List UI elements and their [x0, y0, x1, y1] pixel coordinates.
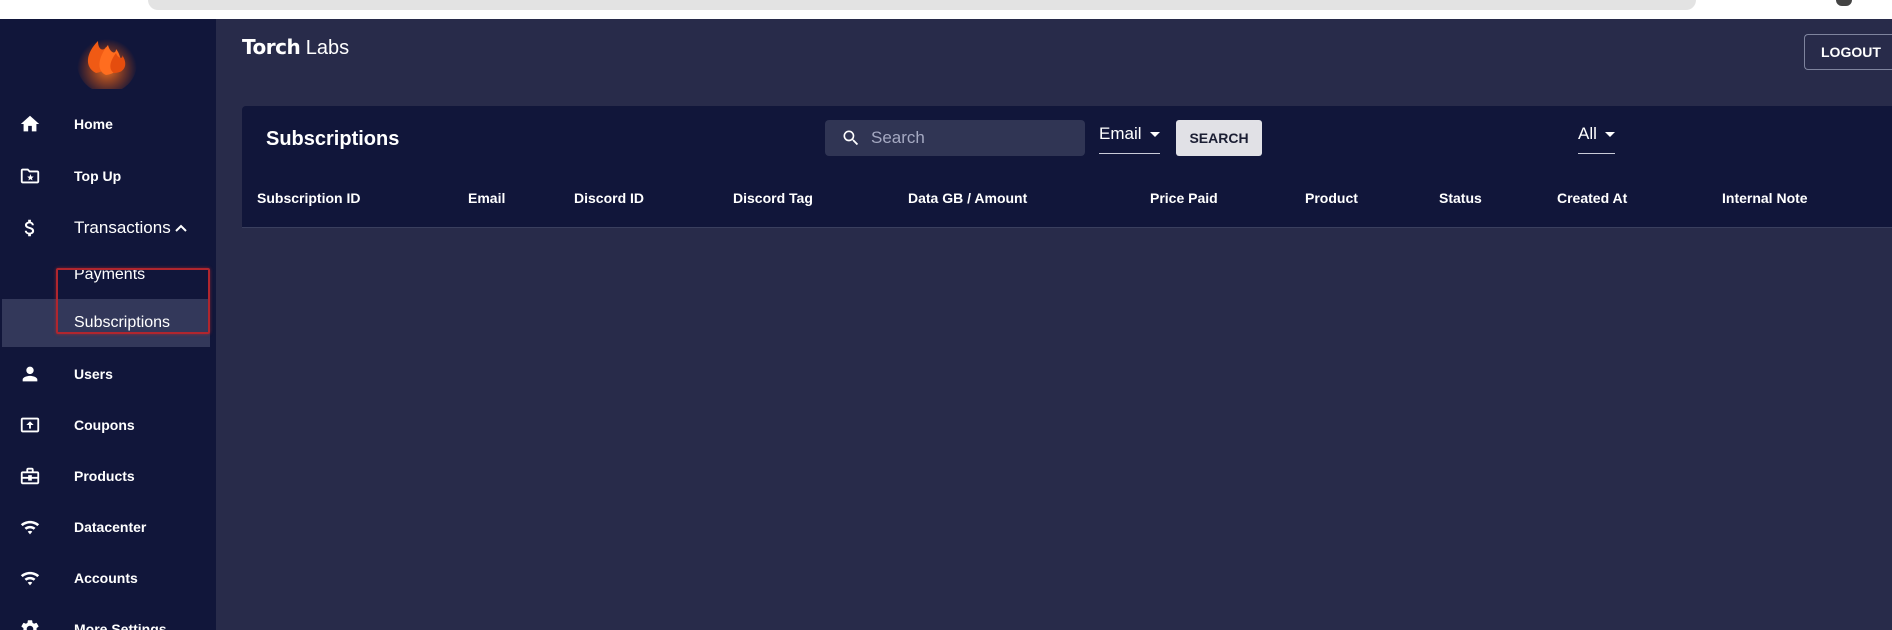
- upload-box-icon: [18, 413, 42, 437]
- column-header-discord-tag[interactable]: Discord Tag: [733, 190, 813, 206]
- sidebar-item-users[interactable]: Users: [0, 351, 216, 397]
- gear-icon: [18, 617, 42, 630]
- sidebar-item-top-up[interactable]: Top Up: [0, 153, 216, 199]
- briefcase-icon: [18, 464, 42, 488]
- sidebar-item-coupons[interactable]: Coupons: [0, 402, 216, 448]
- subscriptions-panel: Subscriptions Email SEARCH All Subscript…: [242, 106, 1892, 228]
- home-icon: [18, 112, 42, 136]
- caret-down-icon: [1604, 132, 1615, 137]
- column-header-status[interactable]: Status: [1439, 190, 1482, 206]
- torch-logo-icon: [77, 33, 137, 89]
- status-filter-select-value: All: [1578, 124, 1597, 143]
- chevron-up-icon: [175, 224, 187, 232]
- search-box: [825, 120, 1085, 156]
- app-title-brand: Torch: [242, 35, 301, 59]
- browser-profile-icon[interactable]: [1836, 0, 1852, 6]
- sidebar: Home Top Up Transactions Payments Subscr…: [0, 19, 216, 630]
- search-field-select[interactable]: Email: [1099, 124, 1160, 154]
- sidebar-item-label: More Settings: [74, 621, 167, 630]
- status-filter-select[interactable]: All: [1578, 124, 1615, 154]
- logout-button[interactable]: LOGOUT: [1804, 34, 1892, 70]
- column-header-internal-note[interactable]: Internal Note: [1722, 190, 1808, 206]
- sidebar-item-label: Users: [74, 366, 113, 382]
- column-header-discord-id[interactable]: Discord ID: [574, 190, 644, 206]
- sidebar-item-label: Top Up: [74, 168, 122, 184]
- sidebar-subitem-payments[interactable]: Payments: [0, 251, 216, 299]
- folder-star-icon: [18, 164, 42, 188]
- browser-address-bar[interactable]: [148, 0, 1696, 10]
- sidebar-subitem-subscriptions[interactable]: Subscriptions: [2, 299, 210, 347]
- search-input[interactable]: [871, 120, 1075, 156]
- sidebar-item-label: Home: [74, 116, 113, 132]
- sidebar-item-label: Datacenter: [74, 519, 147, 535]
- column-header-data-amount[interactable]: Data GB / Amount: [908, 190, 1027, 206]
- sidebar-item-accounts[interactable]: Accounts: [0, 555, 216, 601]
- sidebar-item-datacenter[interactable]: Datacenter: [0, 504, 216, 550]
- sidebar-item-label: Products: [74, 468, 135, 484]
- sidebar-item-transactions[interactable]: Transactions: [0, 205, 216, 251]
- sidebar-item-label: Accounts: [74, 570, 138, 586]
- column-header-product[interactable]: Product: [1305, 190, 1358, 206]
- sidebar-item-label: Coupons: [74, 417, 135, 433]
- sidebar-item-home[interactable]: Home: [0, 101, 216, 147]
- column-header-price-paid[interactable]: Price Paid: [1150, 190, 1218, 206]
- person-icon: [18, 362, 42, 386]
- wifi-icon: [18, 515, 42, 539]
- column-header-created-at[interactable]: Created At: [1557, 190, 1627, 206]
- sidebar-item-label: Payments: [74, 266, 146, 283]
- dollar-icon: [18, 216, 42, 240]
- sidebar-item-products[interactable]: Products: [0, 453, 216, 499]
- page-title: Subscriptions: [266, 128, 400, 150]
- column-header-subscription-id[interactable]: Subscription ID: [257, 190, 360, 206]
- browser-chrome: [0, 0, 1892, 19]
- search-button[interactable]: SEARCH: [1176, 120, 1262, 156]
- app-title-suffix: Labs: [305, 37, 350, 59]
- sidebar-item-label: Subscriptions: [74, 314, 171, 331]
- caret-down-icon: [1149, 132, 1160, 137]
- column-header-email[interactable]: Email: [468, 190, 505, 206]
- app-title: Torch Labs: [242, 35, 349, 60]
- search-icon: [843, 130, 859, 146]
- sidebar-item-label: Transactions: [74, 218, 171, 237]
- sidebar-item-more-settings[interactable]: More Settings: [0, 606, 216, 630]
- search-field-select-value: Email: [1099, 124, 1142, 143]
- wifi-icon: [18, 566, 42, 590]
